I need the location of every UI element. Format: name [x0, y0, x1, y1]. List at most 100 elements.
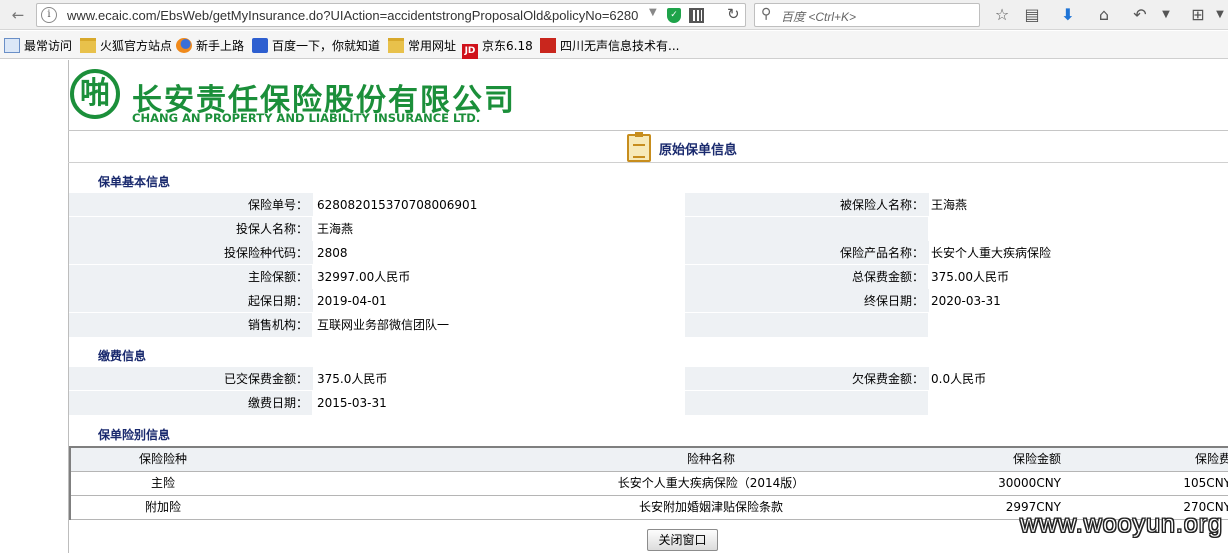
- bookmark-label: 常用网址: [408, 39, 457, 53]
- company-seal-icon: 啪: [70, 69, 120, 119]
- company-name-en: CHANG AN PROPERTY AND LIABILITY INSURANC…: [132, 111, 481, 125]
- clipboard-icon: [627, 132, 651, 162]
- bookmark-label: 火狐官方站点: [100, 39, 173, 53]
- baidu-paw-icon: [252, 38, 268, 53]
- table-cell: 105CNY: [1183, 476, 1228, 490]
- table-header-row: 保险险种 险种名称 保险金额 保险费: [71, 448, 1228, 472]
- page-icon: [4, 38, 20, 53]
- reading-list-icon[interactable]: ▤: [1020, 3, 1044, 27]
- url-text[interactable]: www.ecaic.com/EbsWeb/getMyInsurance.do?U…: [67, 8, 683, 23]
- field-value: 长安个人重大疾病保险: [929, 241, 1228, 265]
- undo-icon[interactable]: ↶: [1128, 3, 1152, 27]
- bookmark-label: 京东6.18: [482, 39, 533, 53]
- divider: [68, 130, 1228, 131]
- bookmark-item[interactable]: 新手上路: [176, 37, 244, 55]
- watermark: www.wooyun.org: [1020, 510, 1223, 539]
- bookmark-item[interactable]: 火狐官方站点: [80, 37, 172, 55]
- bookmark-label: 新手上路: [196, 39, 245, 53]
- field-label: 被保险人名称：: [839, 198, 924, 212]
- field-label: [685, 391, 928, 415]
- folder-icon: [80, 38, 96, 53]
- overflow-dropdown-icon[interactable]: ▼: [1208, 3, 1228, 27]
- field-value: 0.0人民币: [929, 367, 1228, 391]
- reload-icon[interactable]: ↻: [727, 5, 740, 23]
- field-label: 欠保费金额：: [851, 372, 924, 386]
- payment-info-table: 已交保费金额： 375.0人民币 欠保费金额： 0.0人民币 缴费日期： 201…: [69, 367, 1228, 415]
- field-label: 总保费金额：: [685, 265, 928, 289]
- home-icon[interactable]: ⌂: [1092, 3, 1116, 27]
- bookmark-item[interactable]: 常用网址: [388, 37, 456, 55]
- field-label: 保险单号：: [247, 198, 308, 212]
- table-row: 主险保额： 32997.00人民币 总保费金额： 375.00人民币: [69, 265, 1228, 289]
- field-value: 王海燕: [929, 193, 1228, 217]
- table-cell: 长安附加婚姻津贴保险条款: [638, 500, 783, 514]
- table-cell: 长安个人重大疾病保险（2014版）: [617, 476, 805, 490]
- table-row: 投保人名称： 王海燕: [69, 217, 1228, 241]
- bookmark-item[interactable]: JD 京东6.18: [462, 37, 533, 59]
- page-content: 啪 长安责任保险股份有限公司 CHANG AN PROPERTY AND LIA…: [0, 60, 1228, 553]
- section-heading-basic: 保单基本信息: [98, 175, 171, 189]
- table-row: 主险 长安个人重大疾病保险（2014版） 30000CNY 105CNY: [71, 472, 1228, 496]
- bookmark-star-icon[interactable]: ☆: [990, 3, 1014, 27]
- qr-code-icon[interactable]: [689, 8, 704, 23]
- history-dropdown-icon[interactable]: ▼: [649, 7, 657, 18]
- table-row: 已交保费金额： 375.0人民币 欠保费金额： 0.0人民币: [69, 367, 1228, 391]
- field-value: 628082015370708006901: [313, 193, 685, 217]
- field-label: 销售机构：: [69, 313, 312, 337]
- field-label: 主险保额：: [69, 265, 312, 289]
- column-header: 保险费: [1194, 452, 1228, 466]
- field-value: 375.0人民币: [313, 367, 685, 391]
- column-header: 保险险种: [138, 452, 187, 466]
- field-value: [929, 391, 1228, 415]
- section-heading-payment: 缴费信息: [98, 349, 147, 363]
- coverage-table: 保险险种 险种名称 保险金额 保险费 主险 长安个人重大疾病保险（2014版） …: [69, 446, 1228, 520]
- field-value: 32997.00人民币: [313, 265, 685, 289]
- divider: [68, 162, 1228, 163]
- bookmark-label: 最常访问: [24, 39, 73, 53]
- menu-dropdown-icon[interactable]: ▼: [1154, 3, 1178, 27]
- field-value: 375.00人民币: [929, 265, 1228, 289]
- table-cell: 30000CNY: [998, 476, 1061, 490]
- field-label: 起保日期：: [247, 294, 308, 308]
- field-value: 互联网业务部微信团队一: [313, 313, 685, 337]
- basic-info-table: 保险单号： 628082015370708006901 被保险人名称： 王海燕 …: [69, 193, 1228, 337]
- field-value: [929, 217, 1228, 241]
- search-bar[interactable]: ⚲ 百度 <Ctrl+K>: [754, 3, 980, 27]
- field-value: 2015-03-31: [313, 391, 685, 415]
- table-row: 投保险种代码： 2808 保险产品名称： 长安个人重大疾病保险: [69, 241, 1228, 265]
- address-bar[interactable]: i www.ecaic.com/EbsWeb/getMyInsurance.do…: [36, 3, 746, 27]
- search-placeholder[interactable]: 百度 <Ctrl+K>: [781, 8, 856, 25]
- page-title-text: 原始保单信息: [659, 143, 738, 158]
- bookmark-label: 百度一下，你就知道: [272, 39, 381, 53]
- section-heading-coverage: 保单险别信息: [98, 428, 171, 442]
- field-value: 2020-03-31: [929, 289, 1228, 313]
- bookmark-item[interactable]: 最常访问: [4, 37, 72, 55]
- crop-icon[interactable]: ⊞: [1186, 3, 1210, 27]
- field-value: 2019-04-01: [313, 289, 685, 313]
- close-window-button[interactable]: 关闭窗口: [647, 529, 718, 551]
- field-label: [685, 313, 928, 337]
- table-row: 销售机构： 互联网业务部微信团队一: [69, 313, 1228, 337]
- column-header: 保险金额: [1012, 452, 1061, 466]
- search-icon: ⚲: [761, 6, 772, 22]
- firefox-icon: [176, 38, 192, 53]
- security-shield-icon[interactable]: ✓: [667, 8, 681, 23]
- bookmark-item[interactable]: 百度一下，你就知道: [252, 37, 380, 55]
- download-icon[interactable]: ⬇: [1056, 3, 1080, 27]
- bookmarks-bar: 最常访问 火狐官方站点 新手上路 百度一下，你就知道 常用网址 JD 京东6.18…: [0, 31, 1228, 59]
- back-arrow-icon[interactable]: ←: [6, 4, 30, 26]
- field-value: 2808: [313, 241, 685, 265]
- bookmark-item[interactable]: 四川无声信息技术有...: [540, 37, 679, 55]
- folder-icon: [388, 38, 404, 53]
- site-icon: [540, 38, 556, 53]
- field-label: 投保人名称：: [69, 217, 312, 241]
- browser-toolbar: ← i www.ecaic.com/EbsWeb/getMyInsurance.…: [0, 0, 1228, 30]
- table-row: 缴费日期： 2015-03-31: [69, 391, 1228, 415]
- field-label: 已交保费金额：: [223, 372, 308, 386]
- field-label: 保险产品名称：: [839, 246, 924, 260]
- field-label: 投保险种代码：: [223, 246, 308, 260]
- field-value: 王海燕: [313, 217, 685, 241]
- table-row: 保险单号： 628082015370708006901 被保险人名称： 王海燕: [69, 193, 1228, 217]
- site-info-icon[interactable]: i: [41, 7, 57, 23]
- field-label: [685, 217, 928, 241]
